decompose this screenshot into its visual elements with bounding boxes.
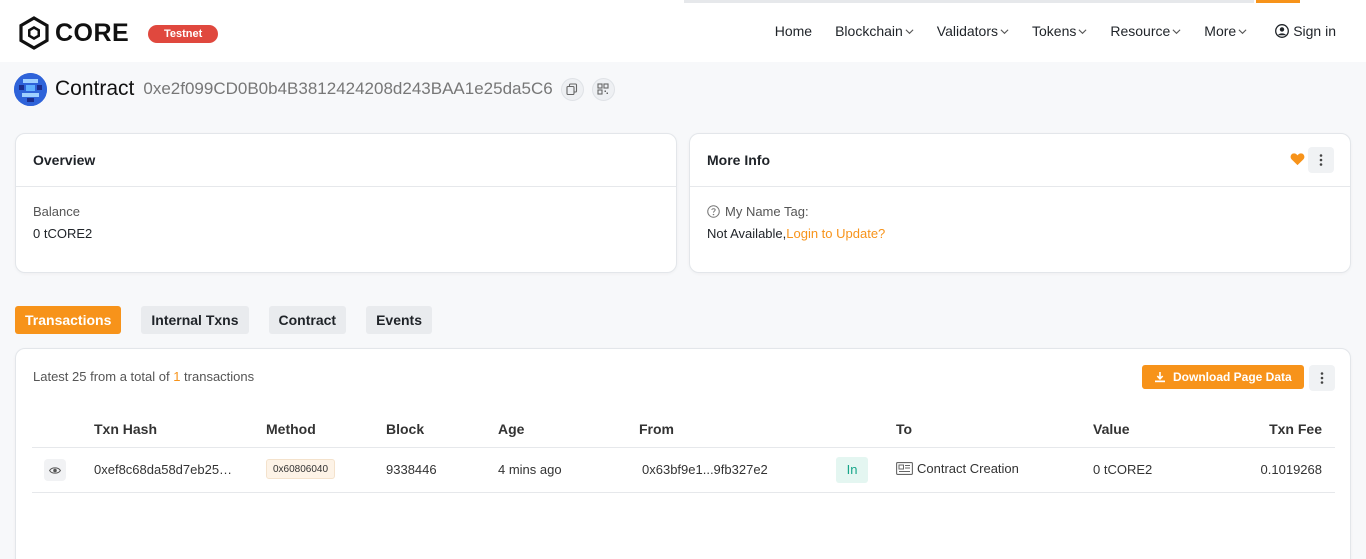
name-tag-label: My Name Tag: (725, 204, 809, 219)
overview-card: Overview Balance 0 tCORE2 (15, 133, 677, 273)
col-age: Age (498, 421, 525, 437)
name-tag-row: My Name Tag: (707, 204, 1333, 219)
chevron-down-icon (1000, 27, 1009, 36)
identicon-icon (14, 72, 47, 106)
eye-icon (49, 466, 61, 474)
download-label: Download Page Data (1173, 370, 1292, 384)
balance-label: Balance (33, 204, 80, 219)
core-logo-icon (19, 16, 49, 50)
block-link[interactable]: 9338446 (386, 462, 437, 477)
from-address-link[interactable]: 0x63bf9e1...9fb327e2 (642, 462, 768, 477)
nav-tokens-label: Tokens (1032, 23, 1077, 39)
sign-in-label: Sign in (1293, 23, 1336, 39)
col-block: Block (386, 421, 425, 437)
transactions-card: Latest 25 from a total of 1 transactions… (15, 348, 1351, 559)
to-value: Contract Creation (896, 461, 1019, 478)
transactions-menu-button[interactable] (1309, 365, 1335, 391)
favorite-heart-icon[interactable] (1290, 152, 1305, 169)
sign-in-link[interactable]: Sign in (1275, 23, 1336, 39)
nav-home[interactable]: Home (775, 23, 812, 39)
more-info-title: More Info (707, 152, 770, 168)
method-badge: 0x60806040 (266, 459, 336, 479)
download-icon (1155, 372, 1165, 383)
more-info-card: More Info My Name Tag: Not Available,Log… (689, 133, 1351, 273)
col-txn-hash: Txn Hash (94, 421, 158, 437)
qr-code-icon (597, 83, 609, 95)
more-info-header: More Info (690, 134, 1350, 187)
qr-code-button[interactable] (591, 77, 615, 101)
address-tabs: Transactions Internal Txns Contract Even… (15, 306, 452, 334)
tab-contract[interactable]: Contract (268, 306, 347, 334)
name-tag-value-row: Not Available,Login to Update? (707, 226, 1333, 241)
transactions-summary: Latest 25 from a total of 1 transactions (33, 369, 254, 384)
overview-title: Overview (33, 152, 96, 168)
main-nav: Home Blockchain Validators Tokens Resour… (752, 23, 1336, 39)
col-method: Method (266, 421, 316, 437)
txn-hash-link[interactable]: 0xef8c68da58d7eb25… (94, 462, 232, 477)
login-to-update-link[interactable]: Login to Update? (786, 226, 885, 241)
tab-events[interactable]: Events (366, 306, 432, 334)
nav-blockchain[interactable]: Blockchain (835, 23, 914, 39)
balance-value: 0 tCORE2 (33, 226, 93, 241)
nav-validators[interactable]: Validators (937, 23, 1009, 39)
txn-fee-amount: 0.1019268 (1260, 462, 1322, 477)
summary-suffix: transactions (180, 369, 255, 384)
tab-internal-txns[interactable]: Internal Txns (141, 306, 249, 334)
nav-more-label: More (1204, 23, 1237, 39)
network-badge: Testnet (148, 25, 219, 43)
overview-header: Overview (16, 134, 676, 187)
summary-prefix: Latest 25 from a total of (33, 369, 174, 384)
top-search-strip (684, 0, 1254, 3)
user-circle-icon (1275, 24, 1290, 38)
vertical-dots-icon (1320, 372, 1324, 384)
nav-more[interactable]: More (1204, 23, 1247, 39)
brand-name: CORE (55, 18, 130, 47)
top-search-button-strip (1256, 0, 1300, 3)
direction-badge: In (836, 457, 868, 483)
core-logo[interactable]: CORE (18, 16, 129, 50)
nav-blockchain-label: Blockchain (835, 23, 903, 39)
site-header: CORE Testnet Home Blockchain Validators … (0, 4, 1366, 62)
nav-resource[interactable]: Resource (1110, 23, 1181, 39)
value-amount: 0 tCORE2 (1093, 462, 1153, 477)
row-divider (32, 492, 1335, 493)
to-label[interactable]: Contract Creation (917, 461, 1019, 476)
col-from: From (639, 421, 674, 437)
contract-avatar (14, 72, 47, 106)
download-page-data-button[interactable]: Download Page Data (1142, 365, 1304, 389)
nav-validators-label: Validators (936, 23, 998, 39)
help-circle-icon (707, 205, 720, 218)
chevron-down-icon (905, 27, 914, 36)
nav-tokens[interactable]: Tokens (1032, 23, 1087, 39)
page-title: Contract (55, 77, 135, 100)
col-txn-fee: Txn Fee (1269, 421, 1322, 437)
chevron-down-icon (1172, 27, 1181, 36)
age-value: 4 mins ago (498, 462, 562, 477)
contract-address: 0xe2f099CD0B0b4B3812424208d243BAA1e25da5… (143, 79, 553, 98)
nav-resource-label: Resource (1110, 23, 1171, 39)
more-info-body: My Name Tag: Not Available,Login to Upda… (690, 187, 1350, 257)
vertical-dots-icon (1319, 154, 1323, 166)
nav-home-label: Home (774, 23, 813, 39)
chevron-down-icon (1238, 27, 1247, 36)
copy-address-button[interactable] (560, 77, 584, 101)
overview-body: Balance 0 tCORE2 (16, 187, 676, 257)
col-to: To (896, 421, 913, 437)
chevron-down-icon (1078, 27, 1087, 36)
header-divider (32, 447, 1335, 448)
tab-transactions[interactable]: Transactions (15, 306, 122, 334)
col-value: Value (1093, 421, 1130, 437)
preview-button[interactable] (44, 459, 66, 481)
contract-creation-icon (896, 461, 913, 478)
more-info-menu-button[interactable] (1308, 147, 1334, 173)
name-tag-value: Not Available, (707, 226, 787, 241)
copy-icon (566, 83, 578, 95)
page-title-row: Contract 0xe2f099CD0B0b4B3812424208d243B… (14, 72, 615, 106)
